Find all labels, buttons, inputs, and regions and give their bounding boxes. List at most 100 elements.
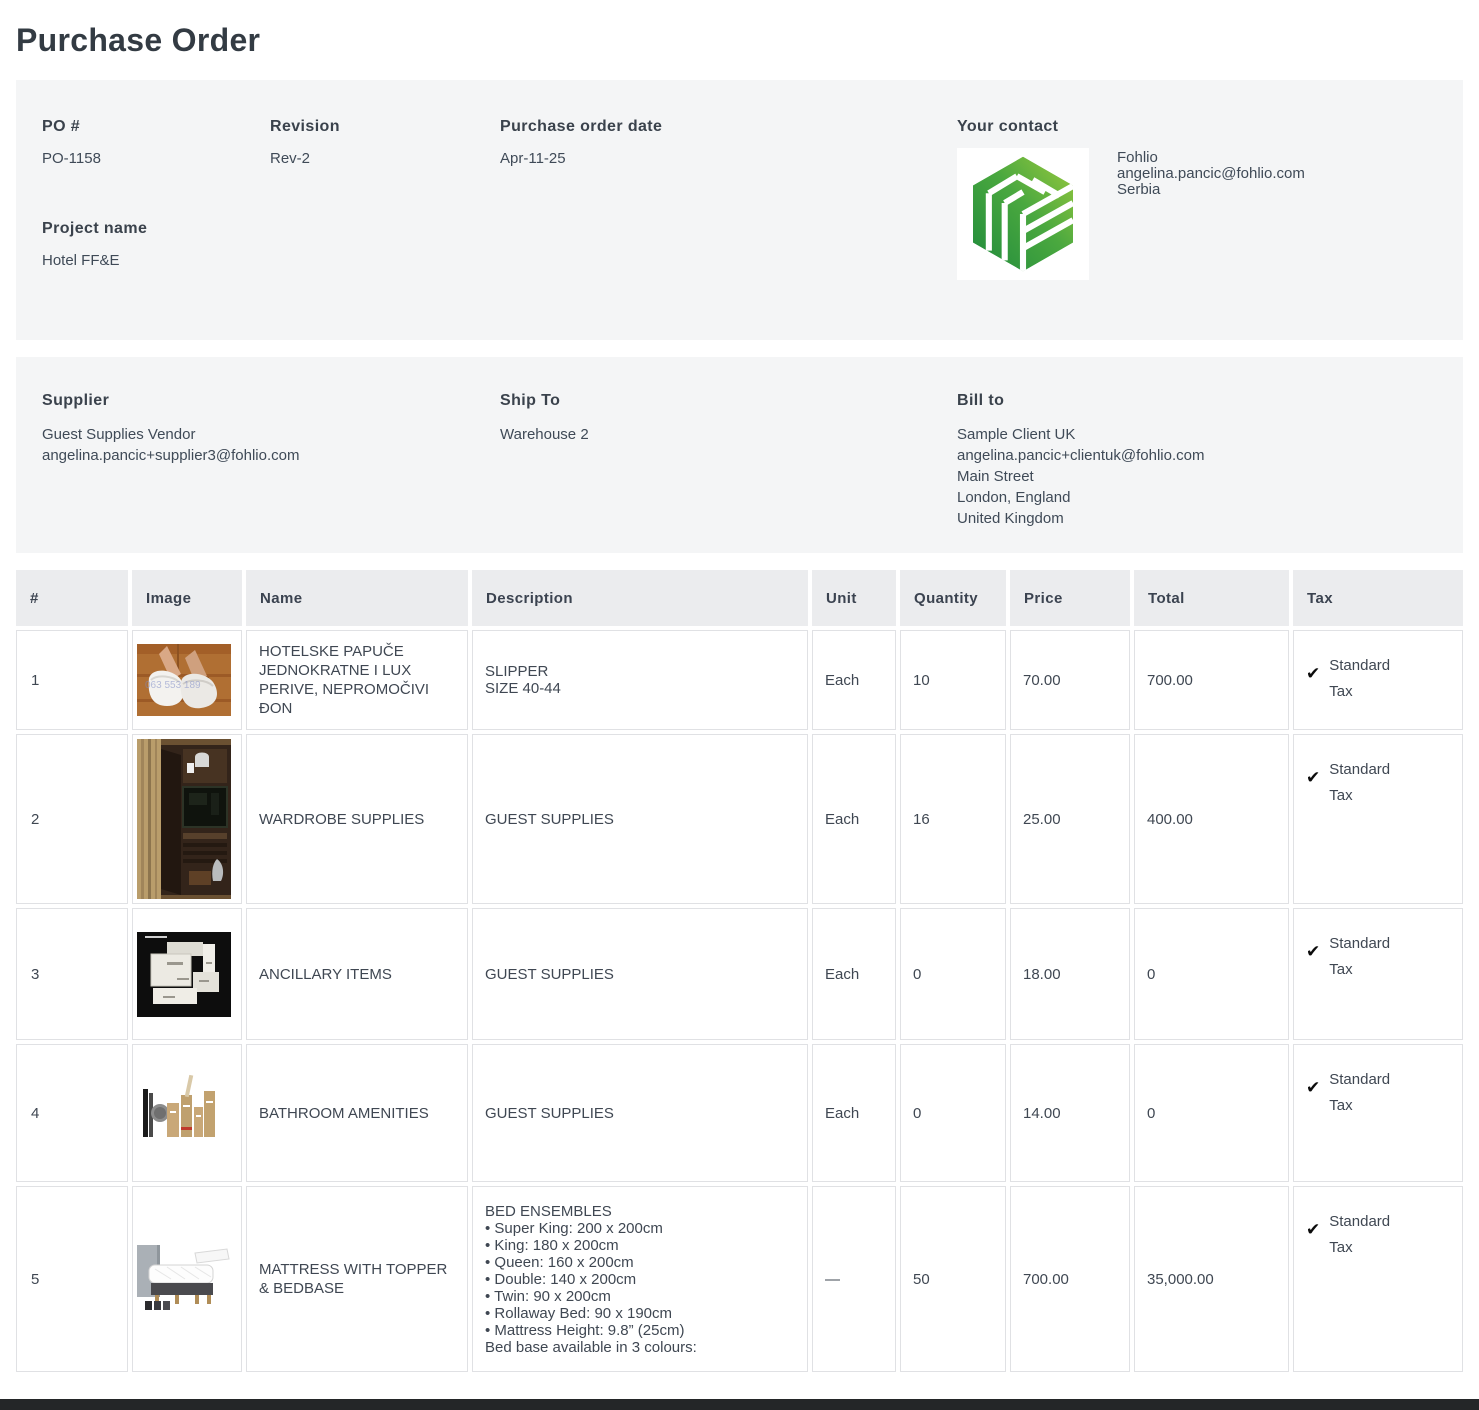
cell-total: 700.00 [1134,630,1289,730]
col-header-name: Name [246,570,468,626]
cell-num: 1 [16,630,128,730]
cell-description: GUEST SUPPLIES [472,908,808,1040]
bill-to-lines: Sample Client UKangelina.pancic+clientuk… [957,424,1463,529]
project-name-value: Hotel FF&E [42,252,270,270]
cell-image [132,1186,242,1372]
cell-tax: ✔ Standard Tax [1293,908,1463,1040]
cell-unit: — [812,1186,896,1372]
ancillary-product-image [137,932,231,1017]
page-bottom-bar [0,1399,1479,1410]
table-row: 5 MATTRE [16,1186,1463,1372]
ship-to-block: Ship To Warehouse 2 [500,392,957,529]
cell-name: ANCILLARY ITEMS [246,908,468,1040]
cell-quantity: 50 [900,1186,1006,1372]
cell-num: 3 [16,908,128,1040]
cell-unit: Each [812,734,896,904]
col-header-total: Total [1134,570,1289,626]
cell-description: BED ENSEMBLES• Super King: 200 x 200cm• … [472,1186,808,1372]
order-info-panel: PO # PO-1158 Project name Hotel FF&E Rev… [16,80,1463,340]
tax-label: Standard Tax [1329,653,1397,705]
supplier-block: Supplier Guest Supplies Vendorangelina.p… [42,392,500,529]
cell-quantity: 0 [900,908,1006,1040]
table-row: 3 ANCILLARY ITEMS GUEST [16,908,1463,1040]
cell-total: 0 [1134,908,1289,1040]
ship-to-lines: Warehouse 2 [500,424,957,445]
table-row: 1 063 553 189 HOTELS [16,630,1463,730]
order-info-grid: PO # PO-1158 Project name Hotel FF&E Rev… [42,118,1463,280]
cell-image [132,908,242,1040]
company-logo-box [957,148,1089,280]
tax-checkmark-icon: ✔ [1306,1220,1320,1261]
cell-tax: ✔ Standard Tax [1293,734,1463,904]
project-name-block: Project name Hotel FF&E [42,220,270,270]
revision-label: Revision [270,118,500,136]
table-row: 4 [16,1044,1463,1182]
revision-value: Rev-2 [270,150,500,168]
po-number-block: PO # PO-1158 Project name Hotel FF&E [42,118,270,280]
cell-price: 25.00 [1010,734,1130,904]
tax-checkmark-icon: ✔ [1306,1078,1320,1119]
col-header-num: # [16,570,128,626]
svg-text:063 553 189: 063 553 189 [145,680,201,691]
contact-label: Your contact [957,118,1463,136]
project-name-label: Project name [42,220,270,238]
cell-name: HOTELSKE PAPUČE JEDNOKRATNE I LUX PERIVE… [246,630,468,730]
slippers-product-image: 063 553 189 [137,644,231,716]
cell-num: 5 [16,1186,128,1372]
cell-image [132,1044,242,1182]
fohlio-logo-icon [962,153,1084,275]
contact-row: Fohlio angelina.pancic@fohlio.com Serbia [957,148,1463,280]
tax-label: Standard Tax [1329,757,1397,809]
col-header-price: Price [1010,570,1130,626]
cell-description: GUEST SUPPLIES [472,1044,808,1182]
tax-checkmark-icon: ✔ [1306,942,1320,983]
cell-tax: ✔ Standard Tax [1293,1186,1463,1372]
bill-to-block: Bill to Sample Client UKangelina.pancic+… [957,392,1463,529]
cell-unit: Each [812,1044,896,1182]
cell-num: 4 [16,1044,128,1182]
cell-num: 2 [16,734,128,904]
col-header-unit: Unit [812,570,896,626]
cell-description: GUEST SUPPLIES [472,734,808,904]
cell-tax: ✔ Standard Tax [1293,1044,1463,1182]
cell-name: MATTRESS WITH TOPPER & BEDBASE [246,1186,468,1372]
bill-to-label: Bill to [957,392,1463,410]
table-row: 2 [16,734,1463,904]
parties-panel: Supplier Guest Supplies Vendorangelina.p… [16,357,1463,553]
contact-email: angelina.pancic@fohlio.com [1117,166,1305,182]
contact-name: Fohlio [1117,150,1305,166]
cell-total: 35,000.00 [1134,1186,1289,1372]
order-date-value: Apr-11-25 [500,150,957,168]
table-header-row: # Image Name Description Unit Quantity P… [16,570,1463,626]
tax-label: Standard Tax [1329,1209,1397,1261]
cell-price: 14.00 [1010,1044,1130,1182]
col-header-tax: Tax [1293,570,1463,626]
col-header-image: Image [132,570,242,626]
cell-price: 700.00 [1010,1186,1130,1372]
cell-quantity: 16 [900,734,1006,904]
po-number-value: PO-1158 [42,150,270,168]
contact-block: Your contact [957,118,1463,280]
cell-image: 063 553 189 [132,630,242,730]
contact-country: Serbia [1117,182,1305,198]
ship-to-label: Ship To [500,392,957,410]
wardrobe-product-image [137,739,231,899]
cell-price: 70.00 [1010,630,1130,730]
revision-block: Revision Rev-2 [270,118,500,280]
col-header-description: Description [472,570,808,626]
tax-checkmark-icon: ✔ [1306,664,1320,705]
bathroom-product-image [137,1069,217,1157]
cell-tax: ✔ Standard Tax [1293,630,1463,730]
supplier-lines: Guest Supplies Vendorangelina.pancic+sup… [42,424,500,466]
tax-label: Standard Tax [1329,931,1397,983]
tax-checkmark-icon: ✔ [1306,768,1320,809]
po-number-label: PO # [42,118,270,136]
tax-label: Standard Tax [1329,1067,1397,1119]
cell-total: 400.00 [1134,734,1289,904]
order-date-block: Purchase order date Apr-11-25 [500,118,957,280]
order-date-label: Purchase order date [500,118,957,136]
cell-quantity: 10 [900,630,1006,730]
contact-details: Fohlio angelina.pancic@fohlio.com Serbia [1117,150,1305,280]
cell-price: 18.00 [1010,908,1130,1040]
supplier-label: Supplier [42,392,500,410]
